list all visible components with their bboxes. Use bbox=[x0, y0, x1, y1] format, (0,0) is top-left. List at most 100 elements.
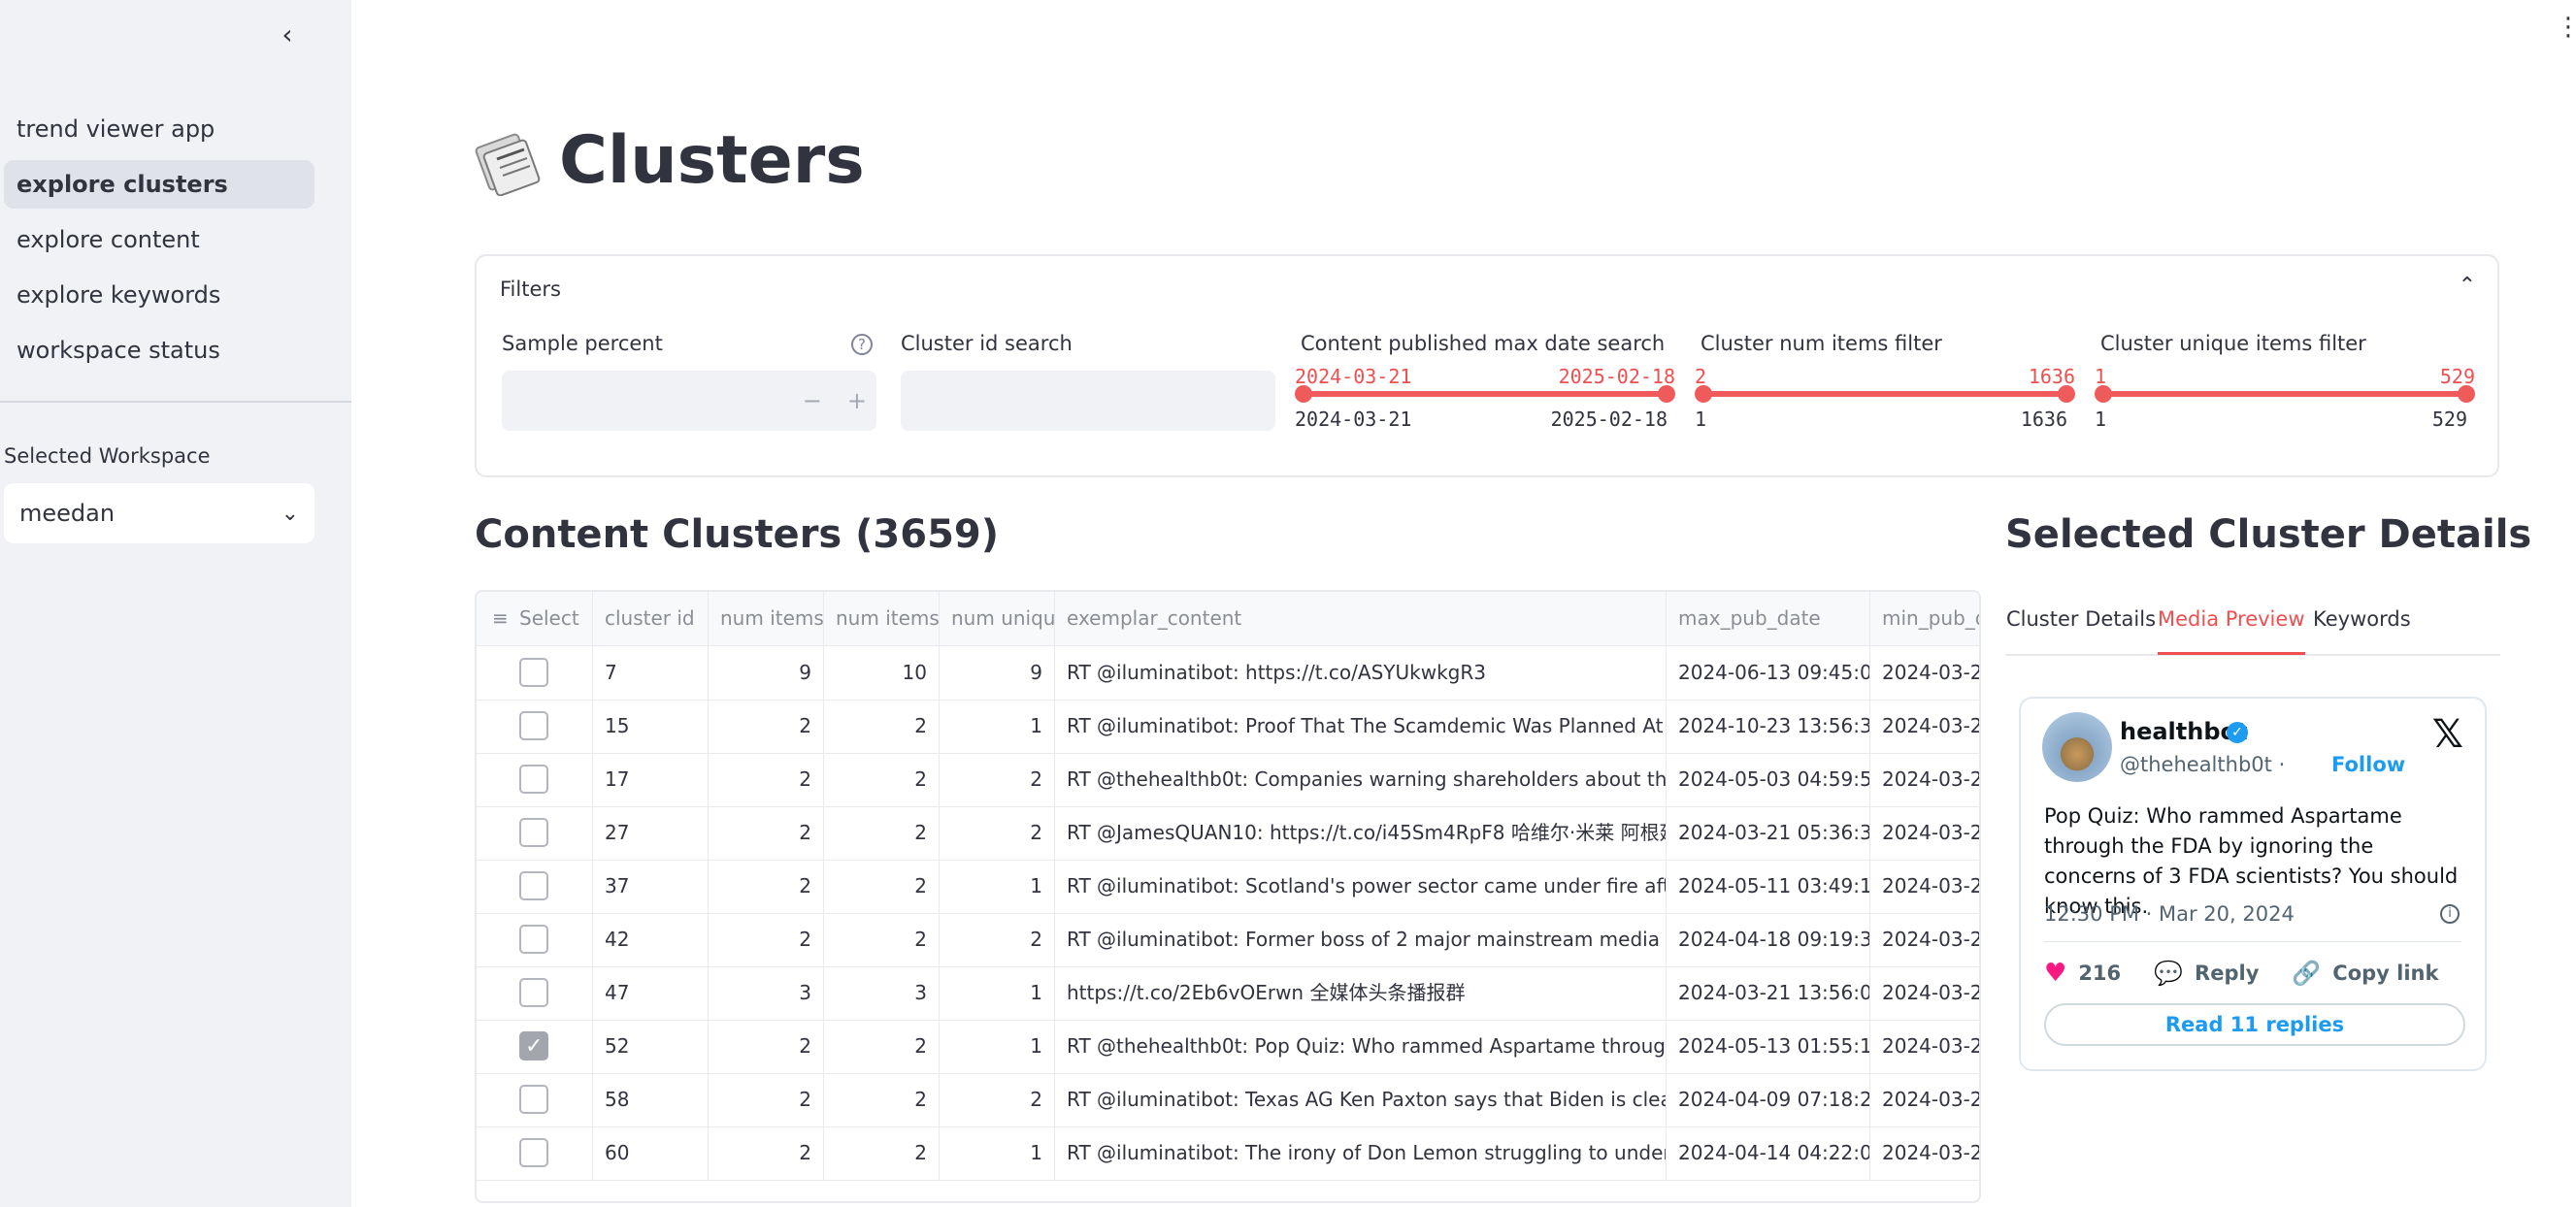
column-header-min-pub-date[interactable]: min_pub_d bbox=[1870, 592, 1979, 645]
max-pub-date-cell[interactable]: 2024-05-03 04:59:57 bbox=[1667, 753, 1870, 806]
select-cell[interactable] bbox=[477, 1073, 593, 1126]
exemplar-content-cell[interactable]: RT @iluminatibot: Texas AG Ken Paxton sa… bbox=[1055, 1073, 1667, 1126]
column-header-exemplar-content[interactable]: exemplar_content bbox=[1055, 592, 1667, 645]
row-checkbox[interactable] bbox=[519, 658, 548, 687]
min-pub-date-cell[interactable]: 2024-03-21 bbox=[1870, 860, 1979, 913]
exemplar-content-cell[interactable]: RT @thehealthb0t: Pop Quiz: Who rammed A… bbox=[1055, 1020, 1667, 1073]
cluster-id-cell[interactable]: 58 bbox=[593, 1073, 709, 1126]
exemplar-content-cell[interactable]: RT @iluminatibot: Former boss of 2 major… bbox=[1055, 913, 1667, 966]
cluster-id-cell[interactable]: 60 bbox=[593, 1126, 709, 1180]
cluster-id-cell[interactable]: 15 bbox=[593, 700, 709, 753]
min-pub-date-cell[interactable]: 2024-03-21 bbox=[1870, 1073, 1979, 1126]
tweet-author-handle[interactable]: @thehealthb0t · bbox=[2120, 753, 2285, 776]
row-checkbox[interactable] bbox=[519, 1020, 548, 1073]
read-replies-button[interactable]: Read 11 replies bbox=[2044, 1003, 2465, 1046]
row-checkbox[interactable] bbox=[519, 1138, 548, 1167]
tab-media-preview[interactable]: Media Preview bbox=[2158, 607, 2305, 655]
num-unique-cell[interactable]: 1 bbox=[940, 966, 1055, 1020]
row-checkbox[interactable] bbox=[519, 711, 548, 740]
column-header-max-pub-date[interactable]: max_pub_date bbox=[1667, 592, 1870, 645]
num-items-cell[interactable]: 2 bbox=[709, 700, 824, 753]
num-items-slider[interactable]: 2 1636 1 1636 bbox=[1695, 365, 2075, 446]
exemplar-content-cell[interactable]: RT @iluminatibot: https://t.co/ASYUkwkgR… bbox=[1055, 646, 1667, 700]
column-header-select[interactable]: ≡ Select bbox=[477, 592, 593, 645]
help-icon[interactable]: ? bbox=[851, 334, 873, 355]
num-items-cell[interactable]: 2 bbox=[709, 1073, 824, 1126]
num-items-a-cell[interactable]: 2 bbox=[824, 806, 940, 860]
num-unique-cell[interactable]: 1 bbox=[940, 1126, 1055, 1180]
num-items-cell[interactable]: 2 bbox=[709, 860, 824, 913]
row-checkbox[interactable] bbox=[519, 765, 548, 794]
num-items-cell[interactable]: 9 bbox=[709, 646, 824, 700]
row-checkbox[interactable] bbox=[519, 871, 548, 900]
max-pub-date-cell[interactable]: 2024-04-09 07:18:25 bbox=[1667, 1073, 1870, 1126]
select-cell[interactable] bbox=[477, 913, 593, 966]
cluster-id-cell[interactable]: 7 bbox=[593, 646, 709, 700]
cluster-id-cell[interactable]: 27 bbox=[593, 806, 709, 860]
cluster-id-cell[interactable]: 52 bbox=[593, 1020, 709, 1073]
min-pub-date-cell[interactable]: 2024-03-21 bbox=[1870, 913, 1979, 966]
select-cell[interactable] bbox=[477, 806, 593, 860]
max-pub-date-cell[interactable]: 2024-05-13 01:55:11 bbox=[1667, 1020, 1870, 1073]
num-unique-cell[interactable]: 2 bbox=[940, 913, 1055, 966]
table-row[interactable]: 52221RT @thehealthb0t: Pop Quiz: Who ram… bbox=[477, 1020, 1979, 1074]
row-checkbox[interactable] bbox=[519, 925, 548, 954]
reply-icon[interactable]: 💬 bbox=[2154, 960, 2183, 987]
num-items-a-cell[interactable]: 2 bbox=[824, 700, 940, 753]
num-unique-cell[interactable]: 1 bbox=[940, 700, 1055, 753]
link-icon[interactable]: 🔗 bbox=[2292, 960, 2321, 987]
tab-cluster-details[interactable]: Cluster Details bbox=[2006, 607, 2156, 652]
num-items-a-cell[interactable]: 2 bbox=[824, 1073, 940, 1126]
table-row[interactable]: 60 2 2 1 RT @iluminatibot: The irony of Don … bbox=[477, 1126, 1979, 1181]
max-pub-date-cell[interactable]: 2024-04-14 04:22:02 bbox=[1667, 1126, 1870, 1180]
column-header-cluster-id[interactable]: cluster id bbox=[593, 592, 709, 645]
num-items-cell[interactable]: 2 bbox=[709, 1020, 824, 1073]
num-items-a-cell[interactable]: 2 bbox=[824, 913, 940, 966]
num-items-a-cell[interactable]: 2 bbox=[824, 753, 940, 806]
sidebar-item-workspace-status[interactable]: workspace status bbox=[4, 326, 314, 375]
like-count[interactable]: 216 bbox=[2078, 962, 2121, 985]
max-pub-date-cell[interactable]: 2024-03-21 05:36:38 bbox=[1667, 806, 1870, 860]
table-row[interactable]: 17 2 2 2 RT @thehealthb0t: Companies warning… bbox=[477, 753, 1979, 807]
row-checkbox[interactable] bbox=[519, 1085, 548, 1114]
column-header-num-unique[interactable]: num unique bbox=[940, 592, 1055, 645]
exemplar-content-cell[interactable]: RT @iluminatibot: Proof That The Scamdem… bbox=[1055, 700, 1667, 753]
select-cell[interactable] bbox=[477, 646, 593, 700]
min-pub-date-cell[interactable]: 2024-03-21 bbox=[1870, 1020, 1979, 1073]
select-cell[interactable] bbox=[477, 1020, 593, 1073]
exemplar-content-cell[interactable]: RT @iluminatibot: Scotland's power secto… bbox=[1055, 860, 1667, 913]
avatar[interactable] bbox=[2042, 712, 2112, 782]
table-row[interactable]: 42 2 2 2 RT @iluminatibot: Former boss of 2 … bbox=[477, 913, 1979, 967]
filters-header[interactable]: Filters bbox=[500, 277, 561, 301]
select-cell[interactable] bbox=[477, 1126, 593, 1180]
exemplar-content-cell[interactable]: https://t.co/2Eb6vOErwn 全媒体头条播报群 bbox=[1055, 966, 1667, 1020]
num-unique-cell[interactable]: 2 bbox=[940, 1073, 1055, 1126]
cluster-id-cell[interactable]: 37 bbox=[593, 860, 709, 913]
num-items-a-cell[interactable]: 3 bbox=[824, 966, 940, 1020]
exemplar-content-cell[interactable]: RT @thehealthb0t: Companies warning shar… bbox=[1055, 753, 1667, 806]
x-logo-icon[interactable]: 𝕏 bbox=[2432, 712, 2463, 757]
min-pub-date-cell[interactable]: 2024-03-21 bbox=[1870, 646, 1979, 700]
select-cell[interactable] bbox=[477, 860, 593, 913]
min-pub-date-cell[interactable]: 2024-03-21 bbox=[1870, 753, 1979, 806]
exemplar-content-cell[interactable]: RT @iluminatibot: The irony of Don Lemon… bbox=[1055, 1126, 1667, 1180]
cluster-id-input[interactable] bbox=[901, 371, 1275, 431]
max-pub-date-cell[interactable]: 2024-03-21 13:56:05 bbox=[1667, 966, 1870, 1020]
max-pub-date-cell[interactable]: 2024-04-18 09:19:34 bbox=[1667, 913, 1870, 966]
row-checkbox[interactable] bbox=[519, 978, 548, 1007]
column-header-num-items[interactable]: num items bbox=[709, 592, 824, 645]
follow-button[interactable]: Follow bbox=[2331, 753, 2405, 776]
select-cell[interactable] bbox=[477, 753, 593, 806]
num-items-a-cell[interactable]: 2 bbox=[824, 1020, 940, 1073]
tweet-timestamp[interactable]: 12:30 PM · Mar 20, 2024 bbox=[2044, 902, 2295, 926]
sample-percent-input[interactable]: − + bbox=[502, 371, 876, 431]
num-items-cell[interactable]: 2 bbox=[709, 913, 824, 966]
num-items-cell[interactable]: 2 bbox=[709, 753, 824, 806]
num-items-a-cell[interactable]: 2 bbox=[824, 1126, 940, 1180]
copy-link-button[interactable]: Copy link bbox=[2332, 962, 2438, 985]
sample-percent-field[interactable] bbox=[512, 380, 768, 421]
unique-items-slider[interactable]: 1 529 1 529 bbox=[2095, 365, 2475, 446]
info-icon[interactable]: i bbox=[2440, 904, 2460, 924]
column-header-num-items-a[interactable]: num items a bbox=[824, 592, 940, 645]
table-row[interactable]: 7 9 10 9 RT @iluminatibot: https://t.co/ASYU… bbox=[477, 646, 1979, 701]
